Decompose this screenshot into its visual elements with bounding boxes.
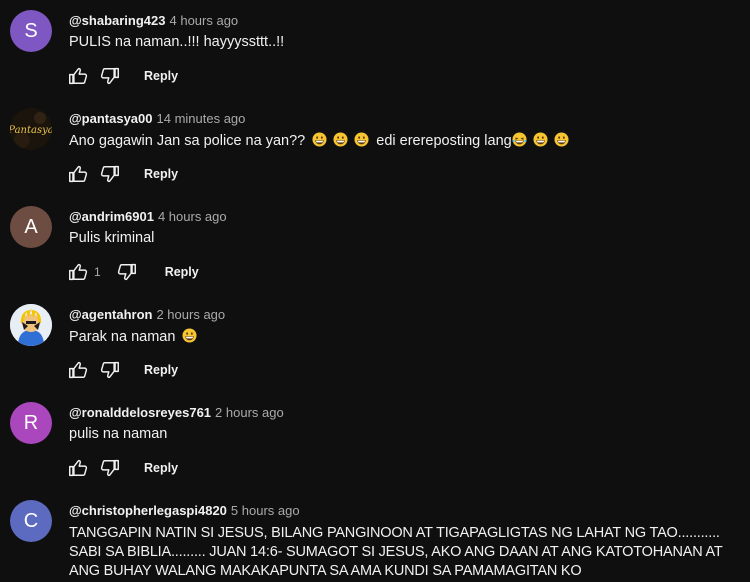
reply-button[interactable]: Reply xyxy=(165,265,199,279)
pantasya-logo: Pantasya xyxy=(10,108,52,150)
comment-timestamp[interactable]: 4 hours ago xyxy=(158,209,227,224)
thumbs-up-icon[interactable] xyxy=(66,456,90,480)
comment-actions: Reply xyxy=(66,358,178,382)
thumbs-up-icon[interactable] xyxy=(66,260,90,284)
thumbs-up-icon[interactable] xyxy=(66,358,90,382)
comment-text: TANGGAPIN NATIN SI JESUS, BILANG PANGINO… xyxy=(69,525,723,579)
comment-text-part: Ano gagawin Jan sa police na yan?? xyxy=(69,133,306,149)
comment-header: @shabaring423 4 hours ago xyxy=(69,13,238,28)
comment-timestamp[interactable]: 5 hours ago xyxy=(231,503,300,518)
thumbs-down-icon[interactable] xyxy=(98,162,122,186)
comment-timestamp[interactable]: 4 hours ago xyxy=(170,13,239,28)
comment-text-part: Parak na naman xyxy=(69,329,176,345)
reply-button[interactable]: Reply xyxy=(144,461,178,475)
comment-header: @pantasya00 14 minutes ago xyxy=(69,111,245,126)
avatar[interactable]: C xyxy=(10,500,52,542)
reply-button[interactable]: Reply xyxy=(144,69,178,83)
avatar[interactable]: S xyxy=(10,10,52,52)
grinning-face-emoji xyxy=(554,132,569,147)
comment-text: Ano gagawin Jan sa police na yan?? edi e… xyxy=(69,132,572,149)
comment-item: Pantasya @pantasya00 14 minutes ago Ano g… xyxy=(0,108,750,198)
thumbs-up-icon[interactable] xyxy=(66,64,90,88)
thumbs-down-icon[interactable] xyxy=(98,456,122,480)
comment-author[interactable]: @andrim6901 xyxy=(69,209,154,224)
thumbs-down-icon[interactable] xyxy=(115,260,139,284)
character-avatar-image xyxy=(10,304,52,346)
comment-actions: Reply xyxy=(66,162,178,186)
grinning-face-emoji xyxy=(333,132,348,147)
grinning-face-emoji xyxy=(182,328,197,343)
comment-text: Parak na naman xyxy=(69,328,200,345)
grinning-face-emoji xyxy=(533,132,548,147)
comment-actions: Reply xyxy=(66,64,178,88)
comment-timestamp[interactable]: 2 hours ago xyxy=(156,307,225,322)
thumbs-up-icon[interactable] xyxy=(66,162,90,186)
comment-author[interactable]: @agentahron xyxy=(69,307,152,322)
comment-text: Pulis kriminal xyxy=(69,230,155,246)
svg-text:Pantasya: Pantasya xyxy=(10,125,52,136)
tears-of-joy-emoji xyxy=(512,132,527,147)
comment-author[interactable]: @pantasya00 xyxy=(69,111,153,126)
avatar[interactable]: Pantasya xyxy=(10,108,52,150)
comment-author[interactable]: @christopherlegaspi4820 xyxy=(69,503,227,518)
comment-actions: 1 Reply xyxy=(66,260,199,284)
avatar[interactable] xyxy=(10,304,52,346)
grinning-face-emoji xyxy=(354,132,369,147)
comment-item: @agentahron 2 hours ago Parak na naman Re… xyxy=(0,304,750,394)
avatar[interactable]: A xyxy=(10,206,52,248)
comments-list: S @shabaring423 4 hours ago PULIS na nama… xyxy=(0,0,750,582)
thumbs-down-icon[interactable] xyxy=(98,64,122,88)
comment-header: @agentahron 2 hours ago xyxy=(69,307,225,322)
comment-item: S @shabaring423 4 hours ago PULIS na nama… xyxy=(0,10,750,100)
thumbs-down-icon[interactable] xyxy=(98,358,122,382)
comment-timestamp[interactable]: 2 hours ago xyxy=(215,405,284,420)
comment-text: pulis na naman xyxy=(69,426,168,442)
comment-text: PULIS na naman..!!! hayyyssttt..!! xyxy=(69,34,285,50)
like-count: 1 xyxy=(94,265,101,279)
grinning-face-emoji xyxy=(312,132,327,147)
comment-header: @christopherlegaspi4820 5 hours ago xyxy=(69,503,300,518)
comment-author[interactable]: @shabaring423 xyxy=(69,13,166,28)
reply-button[interactable]: Reply xyxy=(144,167,178,181)
comment-item: R @ronalddelosreyes761 2 hours ago pulis … xyxy=(0,402,750,492)
reply-button[interactable]: Reply xyxy=(144,363,178,377)
comment-text-part: edi erereposting lang xyxy=(376,133,512,149)
comment-header: @andrim6901 4 hours ago xyxy=(69,209,227,224)
comment-timestamp[interactable]: 14 minutes ago xyxy=(157,111,246,126)
comment-header: @ronalddelosreyes761 2 hours ago xyxy=(69,405,284,420)
comment-author[interactable]: @ronalddelosreyes761 xyxy=(69,405,211,420)
comment-actions: Reply xyxy=(66,456,178,480)
comment-item: C @christopherlegaspi4820 5 hours ago TAN… xyxy=(0,500,750,582)
avatar[interactable]: R xyxy=(10,402,52,444)
comment-item: A @andrim6901 4 hours ago Pulis kriminal … xyxy=(0,206,750,296)
